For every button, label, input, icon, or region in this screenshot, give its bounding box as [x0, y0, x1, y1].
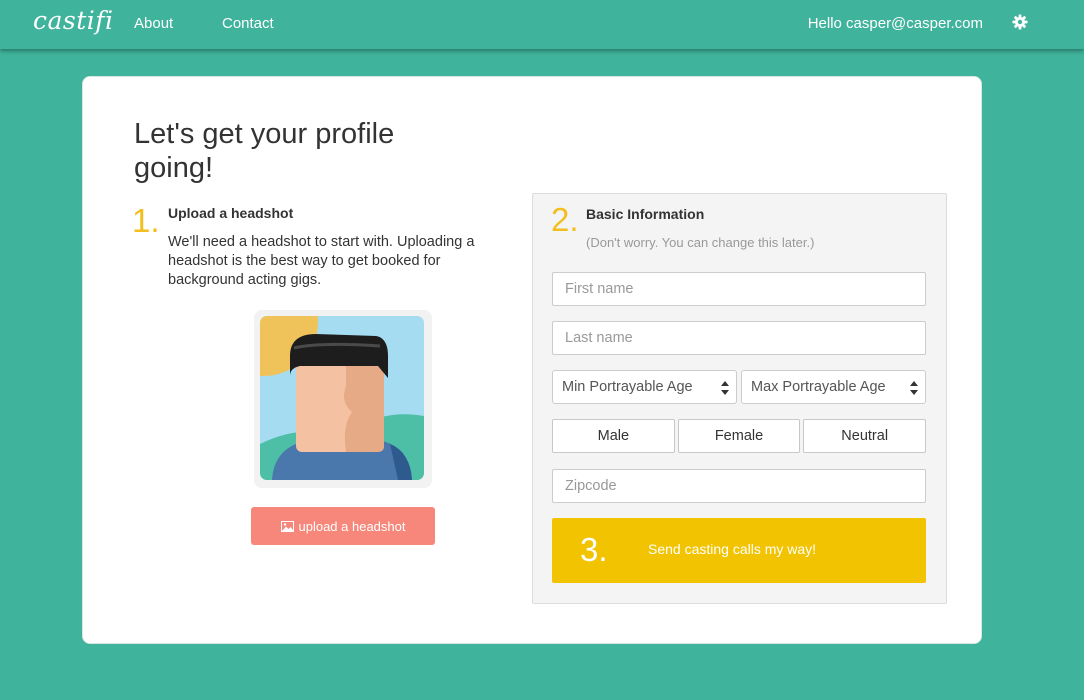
submit-label: Send casting calls my way!: [648, 541, 817, 557]
nav-link-contact[interactable]: Contact: [222, 15, 274, 32]
step-2-title: Basic Information: [586, 206, 705, 222]
step-2-number: 2.: [551, 201, 579, 238]
avatar-illustration: [260, 316, 424, 480]
gender-female-button[interactable]: Female: [677, 419, 801, 453]
max-age-label: Max Portrayable Age: [751, 379, 886, 395]
upload-headshot-button[interactable]: upload a headshot: [251, 507, 435, 545]
gender-male-button[interactable]: Male: [552, 419, 675, 453]
nav-link-about[interactable]: About: [134, 15, 173, 32]
gender-toggle-group: Male Female Neutral: [552, 419, 927, 453]
first-name-input[interactable]: [552, 272, 926, 306]
step-1-description: We'll need a headshot to start with. Upl…: [168, 234, 475, 288]
upload-button-label: upload a headshot: [298, 518, 406, 534]
profile-card: Let's get your profile going! 1. Upload …: [82, 76, 982, 644]
logo[interactable]: castifi: [33, 6, 114, 35]
gear-icon[interactable]: [1012, 14, 1028, 30]
select-arrows-icon: [910, 381, 918, 395]
step-2-subtitle: (Don't worry. You can change this later.…: [586, 235, 815, 250]
image-icon: [280, 520, 294, 532]
last-name-input[interactable]: [552, 321, 926, 355]
basic-information-panel: 2. Basic Information (Don't worry. You c…: [532, 193, 947, 604]
select-arrows-icon: [721, 381, 729, 395]
navbar: castifi About Contact Hello casper@caspe…: [0, 0, 1084, 49]
step-1-title: Upload a headshot: [168, 205, 294, 221]
step-1-number: 1.: [132, 202, 160, 239]
send-casting-calls-button[interactable]: 3. Send casting calls my way!: [552, 518, 926, 583]
page-title: Let's get your profile going!: [134, 118, 395, 184]
min-age-select[interactable]: Min Portrayable Age: [552, 370, 737, 404]
step-3-number: 3.: [580, 531, 608, 568]
max-age-select[interactable]: Max Portrayable Age: [741, 370, 926, 404]
headshot-placeholder[interactable]: [254, 310, 432, 488]
zipcode-input[interactable]: [552, 469, 926, 503]
gender-neutral-button[interactable]: Neutral: [803, 419, 927, 453]
min-age-label: Min Portrayable Age: [562, 379, 693, 395]
user-greeting: Hello casper@casper.com: [807, 15, 983, 32]
